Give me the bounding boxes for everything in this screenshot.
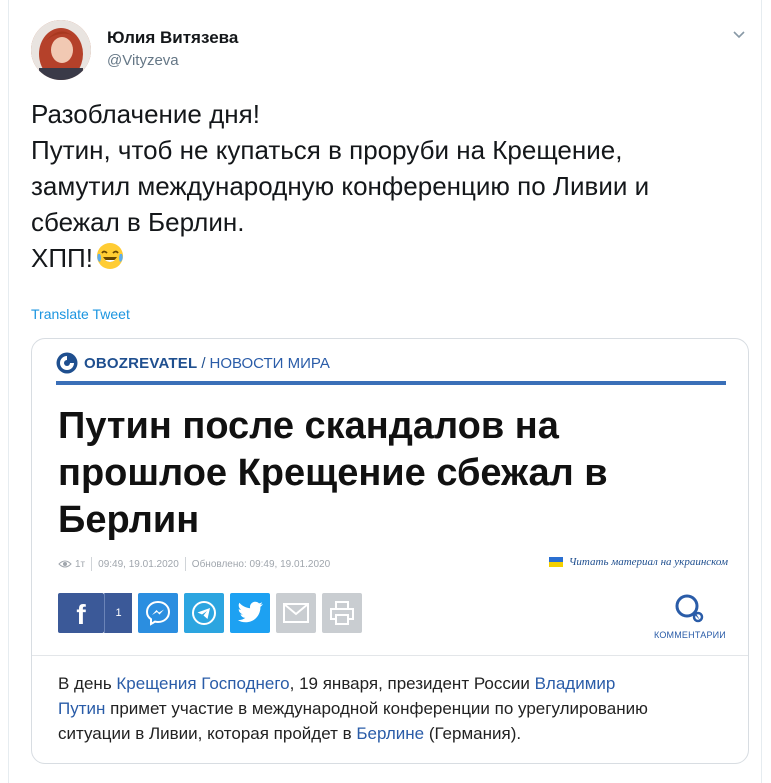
meta-divider <box>91 557 93 571</box>
email-share-button[interactable] <box>276 593 316 633</box>
share-bar: f 1 <box>58 593 368 633</box>
tweet-text-line: Разоблачение дня! <box>31 99 260 129</box>
twitter-bird-icon <box>237 601 263 623</box>
avatar[interactable] <box>31 20 91 80</box>
lead-text: примет участие в международной конференц… <box>105 699 648 718</box>
laughing-tears-emoji-icon <box>96 243 123 269</box>
lead-link[interactable]: Крещения Господнего <box>116 674 289 693</box>
obozrevatel-logo-icon <box>56 352 78 374</box>
link-card[interactable]: OBOZREVATEL / НОВОСТИ МИРА Путин после с… <box>31 338 749 764</box>
eye-icon <box>58 560 72 568</box>
messenger-share-button[interactable] <box>138 593 178 633</box>
lead-link[interactable]: Владимир <box>535 674 616 693</box>
user-handle[interactable]: @Vityzeva <box>107 52 238 69</box>
lead-text: , 19 января, президент России <box>289 674 535 693</box>
facebook-icon: f <box>76 599 86 630</box>
mail-icon <box>283 603 309 623</box>
article-meta: 1т 09:49, 19.01.2020 Обновлено: 09:49, 1… <box>58 555 728 573</box>
messenger-icon <box>145 600 171 626</box>
ukrainian-version-label: Читать материал на украинском <box>568 556 728 568</box>
chevron-down-icon[interactable] <box>731 26 747 42</box>
tweet-header: Юлия Витязева @Vityzeva <box>31 20 751 80</box>
tweet-text-line: сбежал в Берлин. <box>31 207 245 237</box>
author-names: Юлия Витязева @Vityzeva <box>107 28 238 69</box>
lead-line: В день Крещения Господнего, 19 января, п… <box>58 671 728 696</box>
comments-icon <box>675 594 704 623</box>
brand-section[interactable]: НОВОСТИ МИРА <box>209 355 329 372</box>
lead-line: ситуации в Ливии, которая пройдет в Берл… <box>58 721 728 746</box>
facebook-share-button[interactable]: f <box>58 593 104 633</box>
print-button[interactable] <box>322 593 362 633</box>
telegram-share-button[interactable] <box>184 593 224 633</box>
brand-name: OBOZREVATEL <box>84 354 198 372</box>
brand-rule <box>56 381 726 385</box>
tweet: Юлия Витязева @Vityzeva Разоблачение дня… <box>8 0 762 783</box>
lead-link[interactable]: Берлине <box>356 724 424 743</box>
tweet-text-line: ХПП! <box>31 243 93 273</box>
headline-line: Путин после скандалов на <box>58 405 559 447</box>
headline-line: прошлое Крещение сбежал в <box>58 452 608 494</box>
facebook-share-count: 1 <box>104 593 132 633</box>
translate-tweet-link[interactable]: Translate Tweet <box>31 306 130 322</box>
avatar-photo <box>31 20 91 80</box>
lead-text: ситуации в Ливии, которая пройдет в <box>58 724 357 743</box>
lead-text: (Германия). <box>424 724 522 743</box>
tweet-text-last-line: ХПП! <box>31 240 751 276</box>
lead-text: В день <box>58 674 117 693</box>
comments-button[interactable]: КОММЕНТАРИИ <box>654 593 726 640</box>
card-divider <box>32 655 748 656</box>
brand-separator: / <box>201 354 206 372</box>
display-name[interactable]: Юлия Витязева <box>107 28 238 48</box>
tweet-text: Разоблачение дня! Путин, чтоб не купатьс… <box>31 96 751 276</box>
printer-icon <box>330 601 354 625</box>
ukraine-flag-icon <box>548 557 563 567</box>
lead-link[interactable]: Путин <box>58 699 105 718</box>
site-brand[interactable]: OBOZREVATEL / НОВОСТИ МИРА <box>56 351 330 375</box>
article-headline[interactable]: Путин после скандалов на прошлое Крещени… <box>58 403 718 544</box>
lead-line: Путин примет участие в международной кон… <box>58 696 728 721</box>
headline-line: Берлин <box>58 499 200 541</box>
comments-label: КОММЕНТАРИИ <box>654 630 726 640</box>
tweet-text-line: Путин, чтоб не купаться в проруби на Кре… <box>31 135 623 165</box>
updated-time: Обновлено: 09:49, 19.01.2020 <box>191 558 331 570</box>
twitter-share-button[interactable] <box>230 593 270 633</box>
ukrainian-version-link[interactable]: Читать материал на украинском <box>548 556 728 568</box>
view-count: 1т <box>75 558 86 570</box>
meta-divider <box>184 557 186 571</box>
published-time: 09:49, 19.01.2020 <box>98 558 179 570</box>
article-lead: В день Крещения Господнего, 19 января, п… <box>58 671 728 746</box>
tweet-text-line: замутил международную конференцию по Лив… <box>31 171 650 201</box>
telegram-icon <box>192 601 216 625</box>
